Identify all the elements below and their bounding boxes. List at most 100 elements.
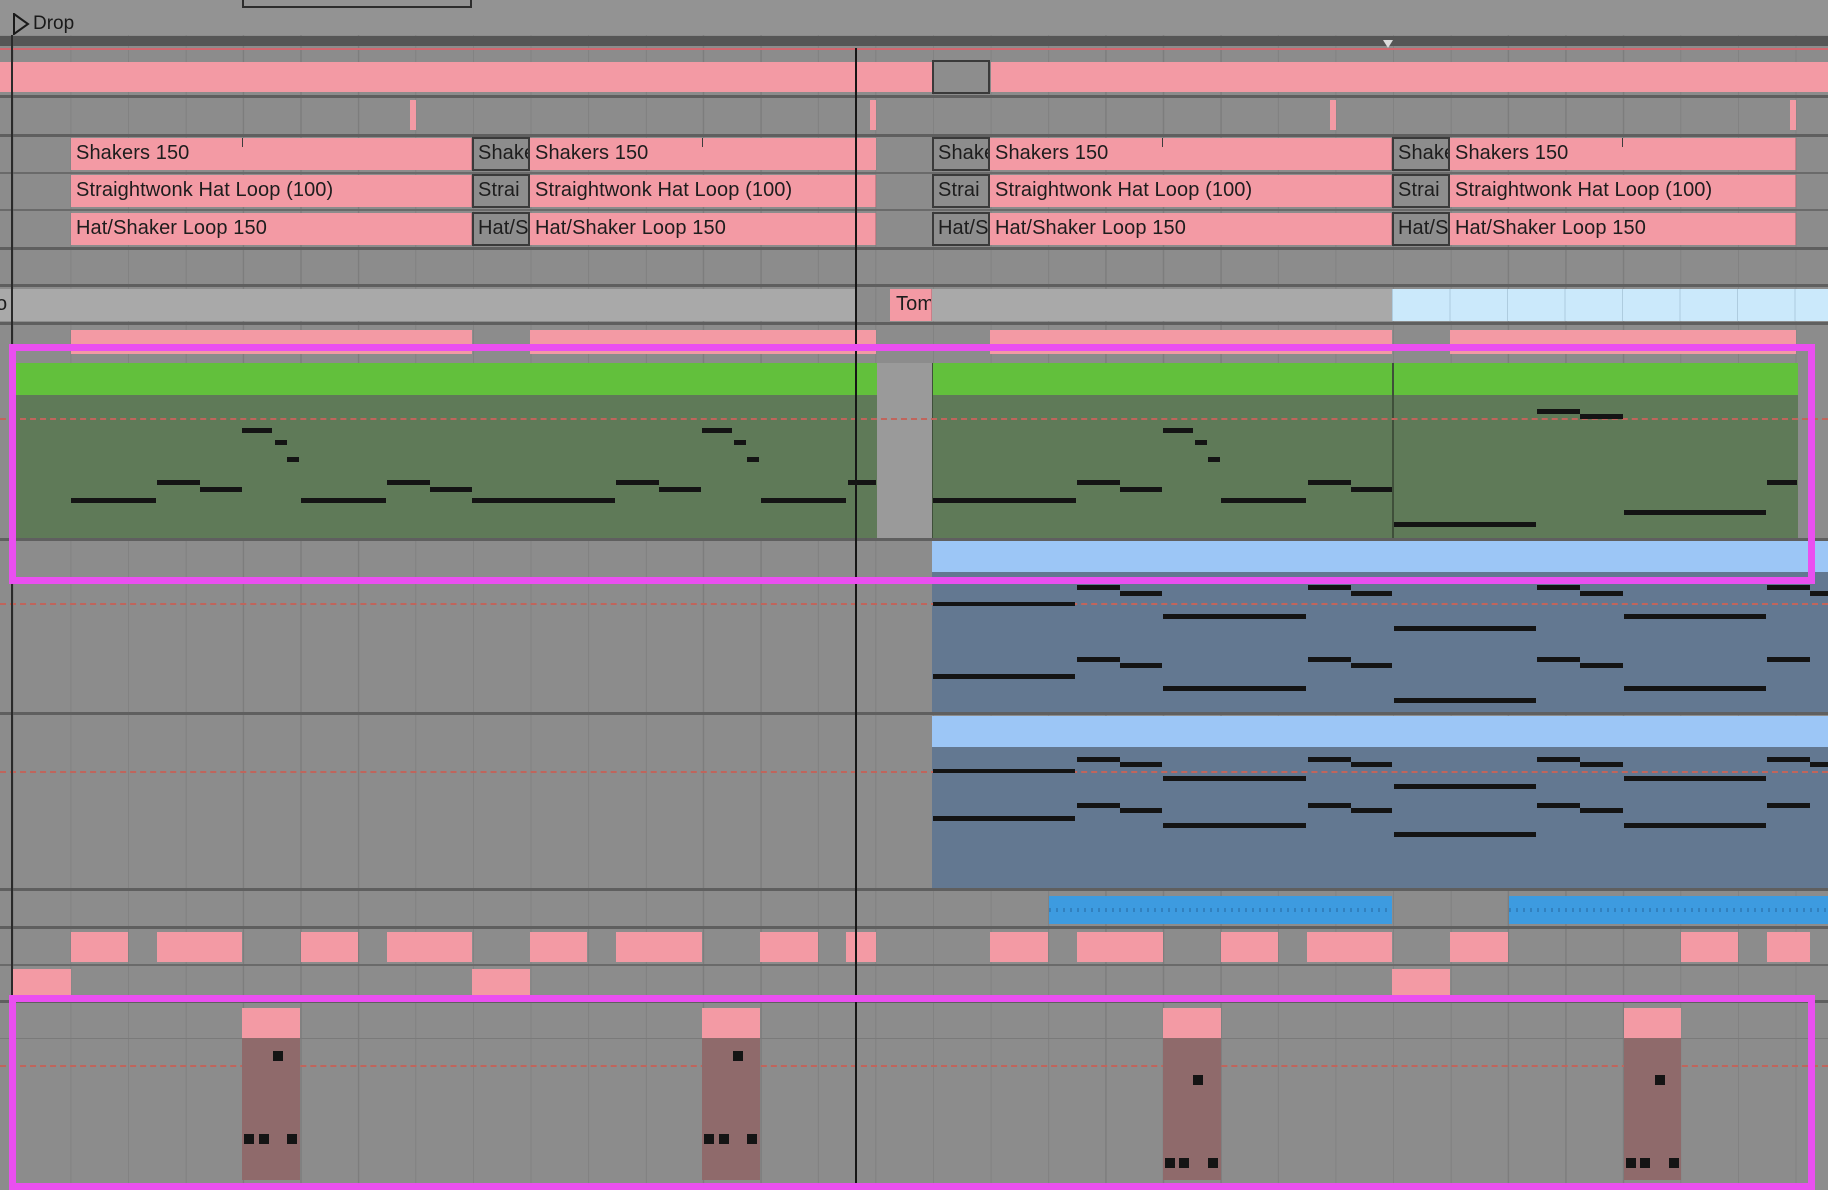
clip-pink-hit[interactable]: [71, 932, 128, 962]
clip-pink-hit[interactable]: [616, 932, 702, 962]
drum-hit: [733, 1051, 743, 1061]
track-divider: [0, 1000, 1828, 1003]
clip-shakers-short[interactable]: Shake: [472, 137, 530, 171]
clip-hat-loop-short[interactable]: Strai: [1392, 174, 1450, 208]
midi-note: [1077, 803, 1120, 808]
clip-pink-hit[interactable]: [472, 969, 530, 997]
clip-long-pink-b[interactable]: [991, 62, 1828, 92]
audio-clip-blue[interactable]: [1509, 896, 1828, 924]
clip-pink-hit[interactable]: [1767, 932, 1810, 962]
clip-shakers[interactable]: Shakers 150: [71, 138, 472, 170]
clip-header: [1163, 1008, 1221, 1038]
clip-long-pink-a[interactable]: [0, 62, 932, 92]
clip-pink-hit[interactable]: [1392, 969, 1450, 997]
clip-pink-hit[interactable]: [530, 932, 587, 962]
clip-hat-loop[interactable]: Straightwonk Hat Loop (100): [1450, 175, 1796, 207]
clip-pink-hit[interactable]: [1450, 932, 1508, 962]
clip-pink-hit[interactable]: [157, 932, 242, 962]
playhead[interactable]: [855, 48, 857, 1183]
clip-hat-shaker-short[interactable]: Hat/S: [1392, 212, 1450, 246]
audio-clip-blue[interactable]: [1049, 896, 1392, 924]
clip-sliver[interactable]: [857, 138, 876, 170]
clip-pink-hit[interactable]: [760, 932, 818, 962]
midi-note: [1351, 591, 1392, 596]
midi-note: [933, 769, 1075, 773]
midi-note: [1120, 808, 1162, 813]
clip-hat-shaker[interactable]: Hat/Shaker Loop 150: [530, 213, 876, 245]
track-divider: [0, 134, 1828, 137]
drum-clip[interactable]: [1163, 1008, 1221, 1180]
midi-note: [702, 428, 732, 433]
clip-pink-hit[interactable]: [1221, 932, 1278, 962]
clip-pink-strip[interactable]: [71, 330, 472, 354]
arrangement-view[interactable]: Drop Shakers 150 Shake Shakers 150 Shake…: [0, 0, 1828, 1190]
drum-hit: [273, 1051, 283, 1061]
clip-label: Tom: [896, 293, 932, 316]
clip-light-blue[interactable]: [1392, 289, 1828, 321]
clip-hat-shaker[interactable]: Hat/Shaker Loop 150: [990, 213, 1392, 245]
clip-hat-loop-short[interactable]: Strai: [472, 174, 530, 208]
clip-pink-hit[interactable]: [301, 932, 358, 962]
clip-shakers[interactable]: Shakers 150: [990, 138, 1392, 170]
clip-hat-loop-short[interactable]: Strai: [932, 174, 990, 208]
drum-hit: [1626, 1158, 1636, 1168]
midi-note: [1120, 487, 1162, 492]
clip-label: Strai: [1398, 179, 1440, 202]
midi-note: [761, 498, 846, 503]
midi-note: [387, 480, 430, 485]
track-short-hits[interactable]: [0, 98, 1828, 134]
clip-pink-hit[interactable]: [12, 969, 71, 997]
clip-pink-hit[interactable]: [1077, 932, 1163, 962]
midi-note: [1163, 686, 1306, 691]
midi-clip-green[interactable]: [932, 363, 1392, 538]
track-divider: [0, 712, 1828, 715]
midi-clip-blue[interactable]: [932, 716, 1828, 888]
midi-note: [1580, 808, 1623, 813]
clip-sliver[interactable]: [870, 100, 876, 130]
clip-hat-shaker[interactable]: Hat/Shaker Loop 150: [71, 213, 472, 245]
drum-hit: [1208, 1158, 1218, 1168]
clip-pink-hit[interactable]: [387, 932, 472, 962]
clip-shakers[interactable]: Shakers 150: [1450, 138, 1796, 170]
clip-pink-strip[interactable]: [990, 330, 1392, 354]
drum-clip[interactable]: [702, 1008, 760, 1180]
clip-pink-strip[interactable]: [1450, 330, 1796, 354]
clip-pink-hit[interactable]: [990, 932, 1048, 962]
clip-sliver[interactable]: [1790, 100, 1796, 130]
clip-pink-strip[interactable]: [530, 330, 876, 354]
clip-pink-hit[interactable]: [846, 932, 876, 962]
locator-drop[interactable]: Drop: [12, 13, 74, 35]
clip-header: [933, 363, 1392, 395]
clip-label: Hat/Shaker Loop 150: [535, 217, 726, 240]
clip-hat-shaker-short[interactable]: Hat/S: [932, 212, 990, 246]
midi-note: [1394, 784, 1536, 789]
clip-hat-shaker-short[interactable]: Hat/S: [472, 212, 530, 246]
clip-grey-long[interactable]: o: [0, 289, 856, 321]
clip-tom[interactable]: Tom: [890, 289, 932, 321]
drum-hit: [704, 1134, 714, 1144]
drum-clip[interactable]: [242, 1008, 300, 1180]
clip-hat-shaker[interactable]: Hat/Shaker Loop 150: [1450, 213, 1796, 245]
clip-hat-loop[interactable]: Straightwonk Hat Loop (100): [530, 175, 876, 207]
midi-note: [1624, 614, 1766, 619]
midi-note: [71, 498, 156, 503]
drum-clip[interactable]: [1624, 1008, 1681, 1180]
clip-shakers-short[interactable]: Shake: [932, 137, 990, 171]
clip-sliver[interactable]: [1330, 100, 1336, 130]
midi-note: [1580, 762, 1623, 767]
clip-shakers[interactable]: Shakers 150: [530, 138, 876, 170]
clip-shakers-short[interactable]: Shake: [1392, 137, 1450, 171]
midi-clip-green[interactable]: [15, 363, 877, 538]
clip-sliver[interactable]: [410, 100, 416, 130]
play-triangle-icon: [13, 13, 30, 35]
midi-note: [1351, 663, 1392, 668]
midi-note: [1308, 585, 1351, 590]
clip-gray-block[interactable]: [932, 60, 990, 94]
clip-grey-long[interactable]: [932, 289, 1392, 321]
clip-pink-hit[interactable]: [1307, 932, 1392, 962]
loop-brace[interactable]: [242, 0, 472, 8]
clip-label: Hat/S: [478, 217, 529, 240]
clip-pink-hit[interactable]: [1681, 932, 1738, 962]
clip-hat-loop[interactable]: Straightwonk Hat Loop (100): [71, 175, 472, 207]
clip-hat-loop[interactable]: Straightwonk Hat Loop (100): [990, 175, 1392, 207]
